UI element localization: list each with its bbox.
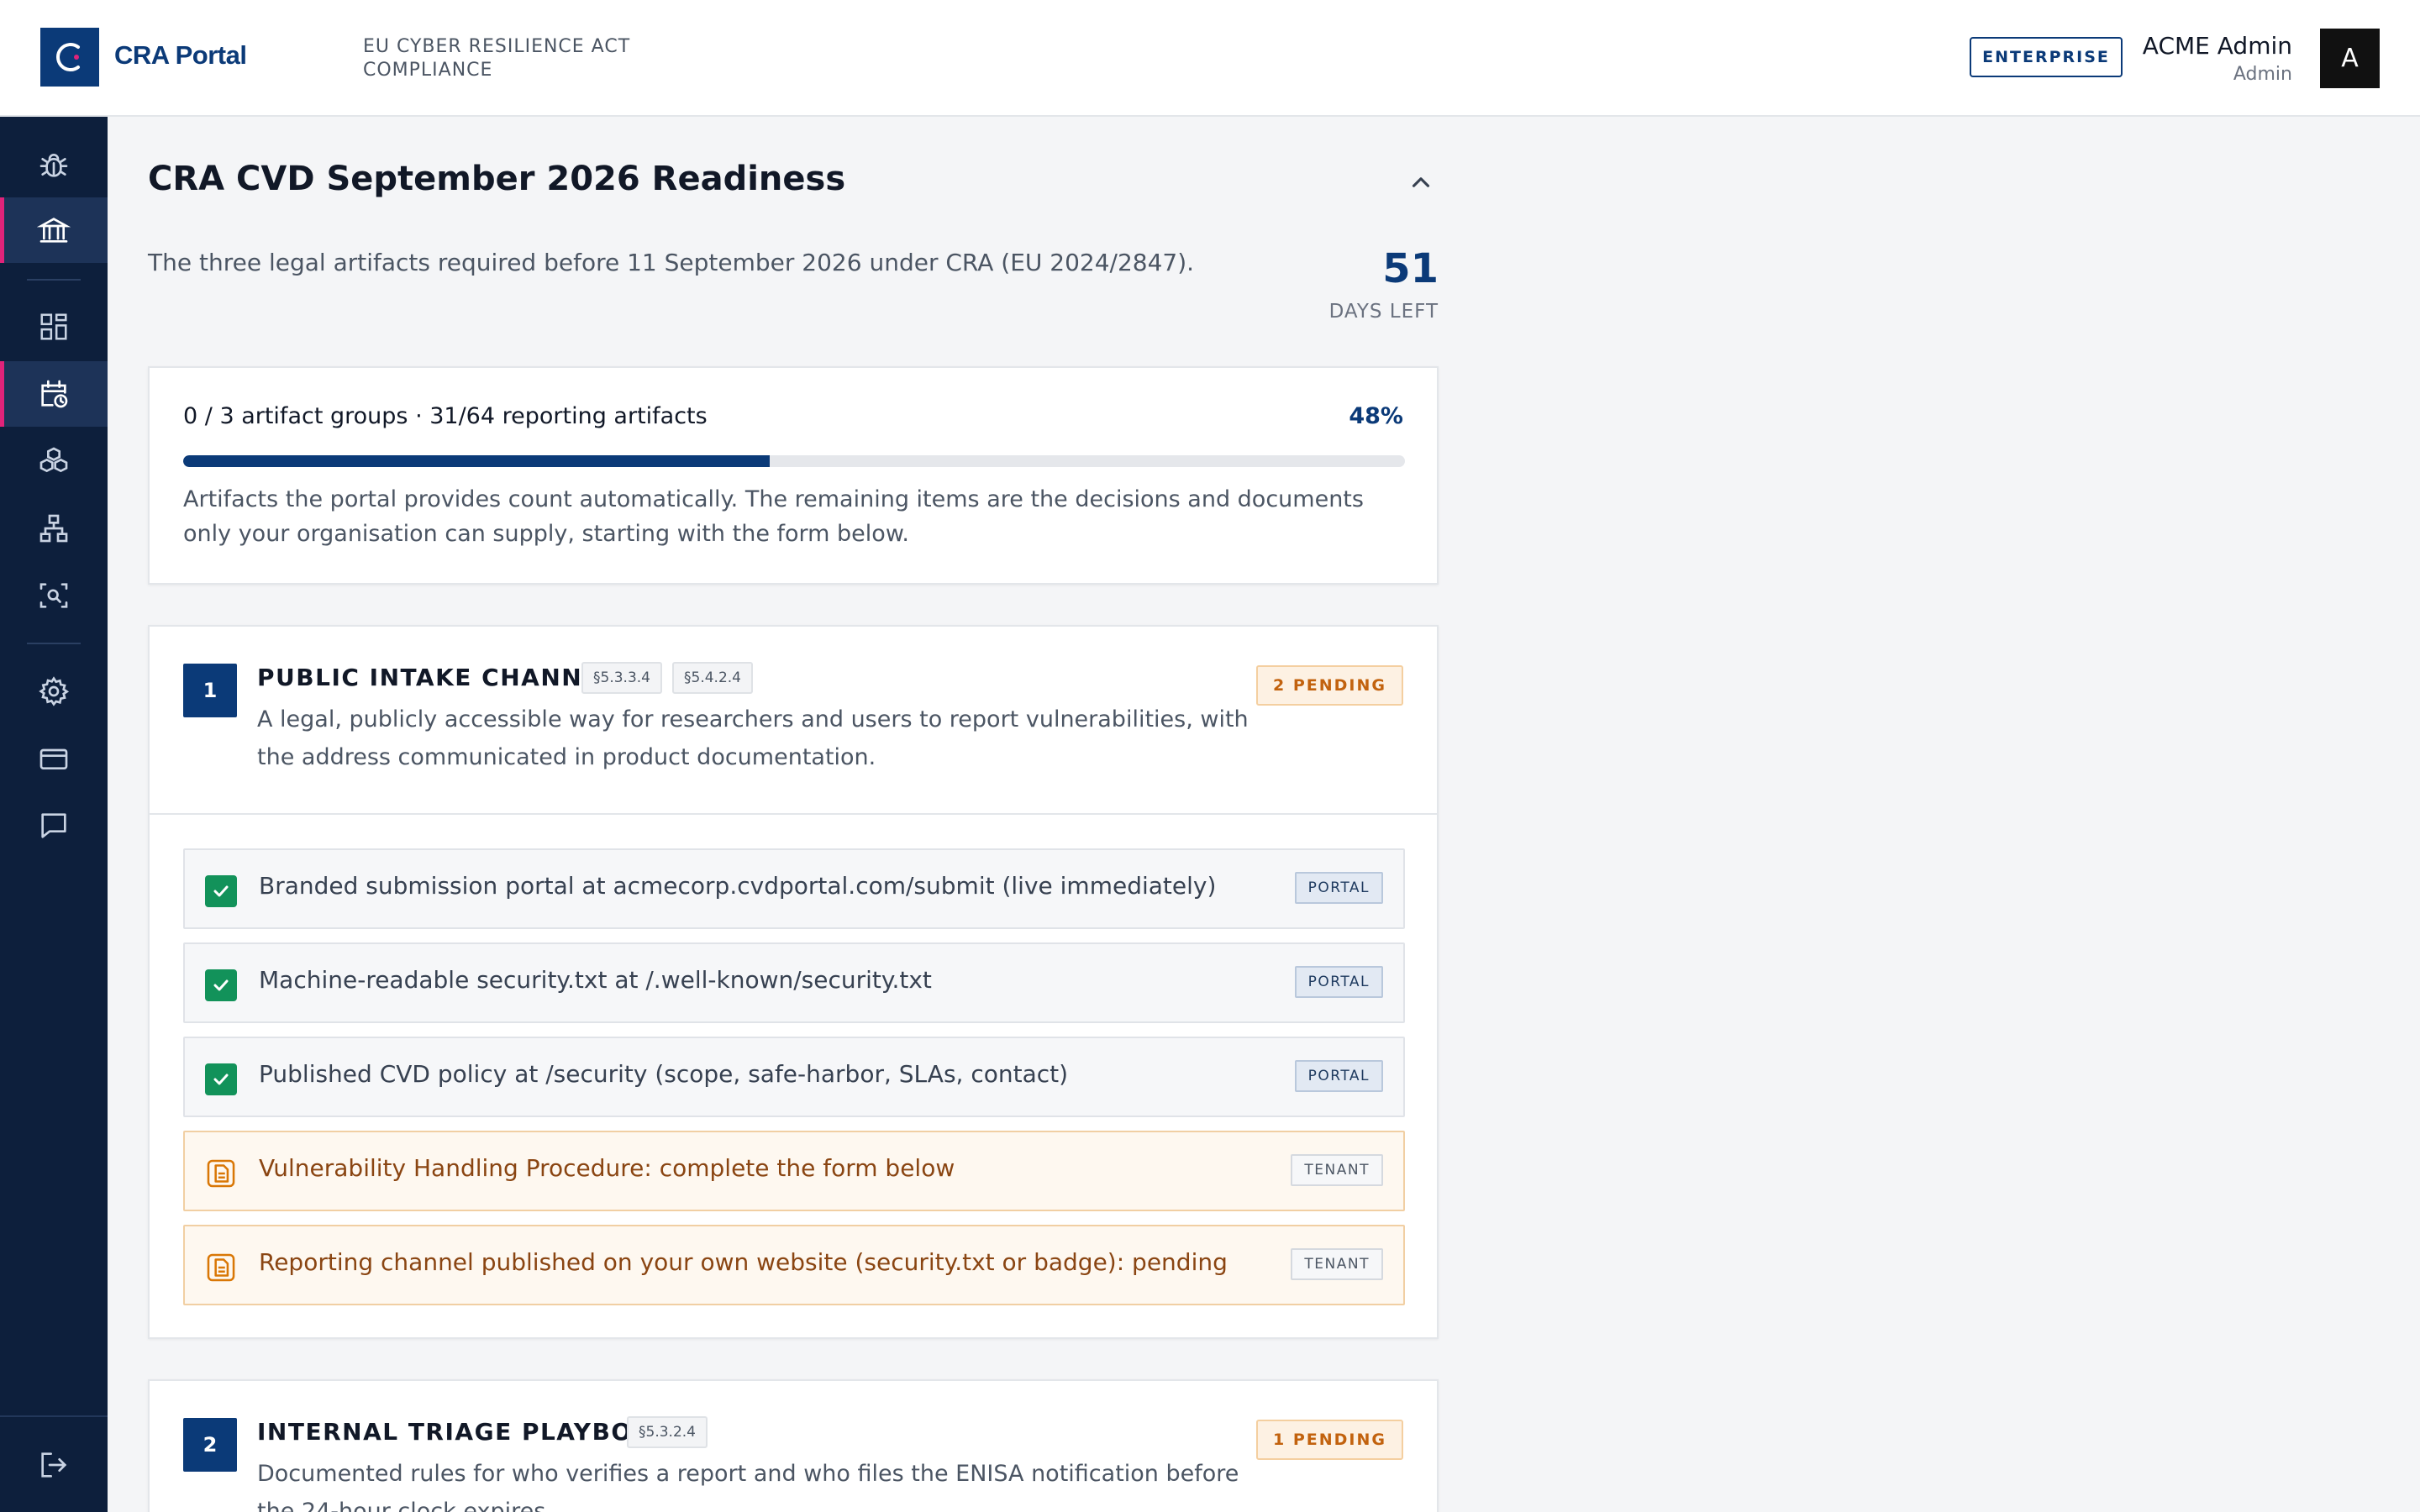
card-divider (150, 813, 1437, 815)
calendar-clock-icon (41, 380, 68, 408)
page-description: The three legal artifacts required befor… (148, 249, 1195, 276)
hierarchy-icon (39, 514, 68, 543)
group-description: Documented rules for who verifies a repo… (257, 1461, 1239, 1512)
group-number: 1 (183, 664, 237, 717)
artifact-item[interactable]: Branded submission portal at acmecorp.cv… (183, 848, 1405, 929)
nav-vulnerabilities[interactable] (0, 132, 108, 197)
message-icon (41, 813, 66, 838)
nav-logout[interactable] (0, 1432, 108, 1498)
logout-icon (41, 1452, 67, 1478)
nav-readiness[interactable] (0, 361, 108, 427)
nav-scan[interactable] (0, 563, 108, 628)
days-left-label: DAYS LEFT (1328, 301, 1439, 323)
nav-organisation[interactable] (0, 496, 108, 561)
header-subtitle: EU CYBER RESILIENCE ACT COMPLIANCE (363, 36, 631, 81)
progress-bar (183, 455, 1405, 467)
nav-divider (27, 279, 81, 281)
page-title: CRA CVD September 2026 Readiness (148, 160, 846, 198)
source-tag: TENANT (1291, 1248, 1383, 1280)
check-icon (205, 875, 237, 907)
gear-icon (39, 676, 70, 706)
artifact-item-label: Vulnerability Handling Procedure: comple… (259, 1154, 955, 1182)
scan-search-icon (39, 583, 68, 608)
nav-settings[interactable] (0, 659, 108, 724)
summary-text: 0 / 3 artifact groups · 31/64 reporting … (183, 403, 708, 429)
artifact-item-label: Machine-readable security.txt at /.well-… (259, 966, 932, 994)
group-number: 2 (183, 1418, 237, 1472)
group-title: PUBLIC INTAKE CHANNEL (257, 664, 617, 691)
artifact-item-label: Reporting channel published on your own … (259, 1248, 1228, 1276)
pending-badge: 1 PENDING (1256, 1420, 1403, 1460)
summary-percent: 48% (1349, 403, 1403, 429)
dashboard-icon (40, 313, 67, 340)
check-icon (205, 969, 237, 1001)
plan-badge: ENTERPRISE (1970, 37, 2123, 77)
clause-tag: §5.3.3.4 (581, 662, 662, 694)
sidebar-nav (0, 117, 108, 1512)
clause-tag: §5.4.2.4 (672, 662, 753, 694)
nav-billing[interactable] (0, 726, 108, 791)
document-icon (205, 1252, 237, 1284)
source-tag: PORTAL (1294, 966, 1383, 998)
summary-card: 0 / 3 artifact groups · 31/64 reporting … (148, 366, 1439, 585)
check-icon (205, 1063, 237, 1095)
document-icon (205, 1158, 237, 1189)
bug-icon (39, 154, 68, 177)
summary-note: Artifacts the portal provides count auto… (183, 486, 1364, 547)
nav-support[interactable] (0, 793, 108, 858)
bank-icon (37, 218, 71, 243)
source-tag: PORTAL (1294, 872, 1383, 904)
clause-tag: §5.3.2.4 (627, 1416, 708, 1448)
artifact-item-label: Published CVD policy at /security (scope… (259, 1060, 1069, 1088)
artifact-group-card: 2 INTERNAL TRIAGE PLAYBOOK §5.3.2.4 Docu… (148, 1379, 1439, 1512)
group-title: INTERNAL TRIAGE PLAYBOOK (257, 1418, 674, 1446)
progress-bar-fill (183, 455, 770, 467)
top-header: CRA Portal EU CYBER RESILIENCE ACT COMPL… (0, 0, 2420, 117)
nav-divider (27, 643, 81, 644)
chevron-up-icon[interactable] (1407, 168, 1435, 197)
nav-regulatory[interactable] (0, 197, 108, 263)
brand-logo-icon[interactable] (40, 28, 99, 87)
brand-name[interactable]: CRA Portal (114, 40, 247, 71)
credit-card-icon (39, 748, 68, 769)
user-name[interactable]: ACME Admin (2143, 32, 2292, 60)
cubes-icon (39, 447, 68, 473)
group-description: A legal, publicly accessible way for res… (257, 706, 1249, 770)
artifact-item[interactable]: Published CVD policy at /security (scope… (183, 1037, 1405, 1117)
days-left-count: 51 (1382, 245, 1439, 292)
nav-divider (0, 1415, 108, 1417)
source-tag: PORTAL (1294, 1060, 1383, 1092)
artifact-item-label: Branded submission portal at acmecorp.cv… (259, 872, 1217, 900)
artifact-item[interactable]: Machine-readable security.txt at /.well-… (183, 942, 1405, 1023)
artifact-item[interactable]: Reporting channel published on your own … (183, 1225, 1405, 1305)
source-tag: TENANT (1291, 1154, 1383, 1186)
nav-dashboard[interactable] (0, 294, 108, 360)
user-role: Admin (2233, 64, 2292, 85)
artifact-group-card: 1 PUBLIC INTAKE CHANNEL §5.3.3.4 §5.4.2.… (148, 625, 1439, 1339)
artifact-item[interactable]: Vulnerability Handling Procedure: comple… (183, 1131, 1405, 1211)
avatar[interactable]: A (2320, 29, 2380, 88)
nav-products[interactable] (0, 428, 108, 494)
pending-badge: 2 PENDING (1256, 665, 1403, 706)
